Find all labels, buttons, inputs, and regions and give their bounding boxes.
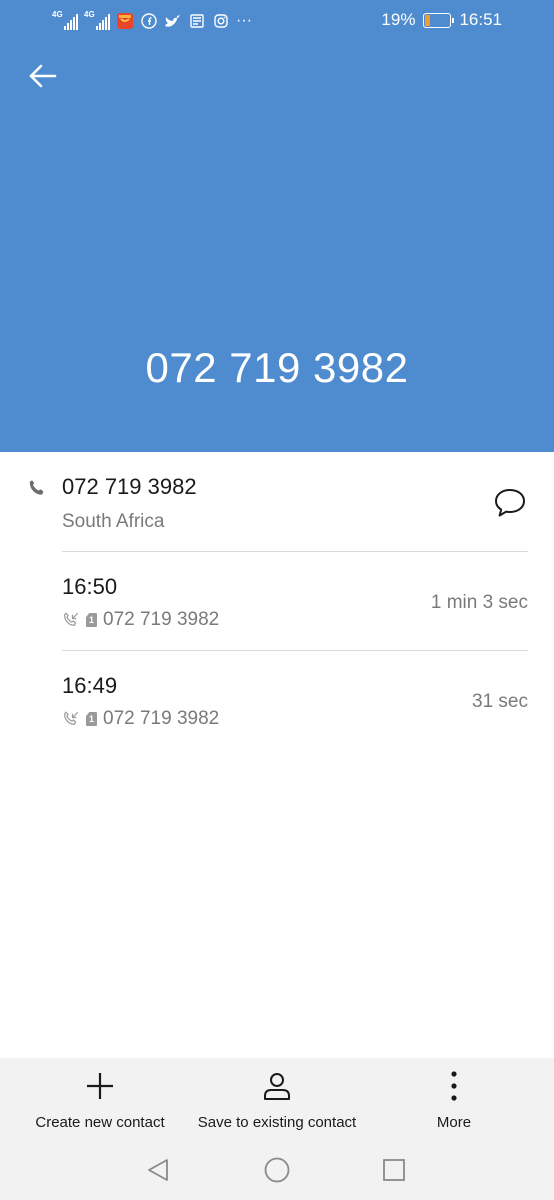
contact-region: South Africa — [62, 511, 165, 532]
news-icon — [188, 12, 206, 30]
call-number: 072 719 3982 — [103, 708, 220, 729]
facebook-icon — [140, 12, 158, 30]
navigation-bar — [0, 1140, 554, 1200]
battery-icon — [423, 12, 455, 28]
person-icon — [264, 1073, 290, 1100]
save-to-existing-contact-button[interactable]: Save to existing contact — [187, 1058, 367, 1140]
call-log-entry[interactable]: 16:50 1 072 719 3982 1 min 3 sec — [0, 552, 554, 650]
call-duration: 1 min 3 sec — [430, 592, 528, 613]
status-icons-left: 4G 4G ··· — [52, 8, 252, 34]
back-arrow-icon — [29, 64, 57, 88]
incoming-call-icon — [64, 711, 79, 725]
signal-icon: 4G — [52, 10, 78, 30]
phone-icon — [29, 480, 44, 495]
aliexpress-icon — [116, 12, 134, 30]
save-to-existing-contact-label: Save to existing contact — [197, 1114, 357, 1131]
triangle-back-icon — [148, 1159, 168, 1181]
more-vertical-icon — [451, 1071, 457, 1101]
status-icons-right: 19% 16:51 — [381, 10, 502, 30]
message-button[interactable] — [492, 485, 528, 521]
sim-1-icon: 1 — [86, 712, 97, 726]
contact-header: 4G 4G ··· 19% 16:51 072 719 3982 — [0, 0, 554, 452]
status-bar: 4G 4G ··· 19% 16:51 — [0, 0, 554, 44]
square-recents-icon — [383, 1159, 405, 1181]
instagram-icon — [212, 12, 230, 30]
battery-percent: 19% — [381, 10, 416, 29]
plus-icon — [87, 1073, 113, 1099]
twitter-icon — [164, 12, 182, 30]
call-time: 16:50 — [62, 574, 118, 599]
action-bar: Create new contact Save to existing cont… — [0, 1058, 554, 1140]
network-type-label: 4G — [52, 10, 63, 19]
call-log-entry[interactable]: 16:49 1 072 719 3982 31 sec — [0, 651, 554, 749]
nav-recents-button[interactable] — [378, 1154, 410, 1186]
contact-number: 072 719 3982 — [62, 474, 197, 499]
incoming-call-icon — [64, 612, 79, 626]
header-phone-number: 072 719 3982 — [145, 344, 409, 391]
clock: 16:51 — [459, 10, 502, 29]
nav-home-button[interactable] — [261, 1154, 293, 1186]
more-label: More — [436, 1114, 472, 1131]
call-number: 072 719 3982 — [103, 609, 220, 630]
sim-1-icon: 1 — [86, 613, 97, 627]
call-time: 16:49 — [62, 673, 118, 698]
call-info: 1 072 719 3982 — [62, 708, 219, 730]
create-new-contact-button[interactable]: Create new contact — [20, 1058, 180, 1140]
message-icon — [495, 489, 525, 517]
create-new-contact-label: Create new contact — [35, 1114, 165, 1131]
call-info: 1 072 719 3982 — [62, 609, 219, 631]
circle-home-icon — [264, 1157, 290, 1183]
signal-icon: 4G — [84, 10, 110, 30]
network-type-label: 4G — [84, 10, 95, 19]
more-notifications-indicator: ··· — [236, 12, 252, 29]
more-button[interactable]: More — [414, 1058, 494, 1140]
back-button[interactable] — [22, 56, 62, 96]
number-row[interactable]: 072 719 3982 South Africa — [0, 452, 554, 552]
call-duration: 31 sec — [472, 691, 528, 712]
nav-back-button[interactable] — [142, 1154, 174, 1186]
